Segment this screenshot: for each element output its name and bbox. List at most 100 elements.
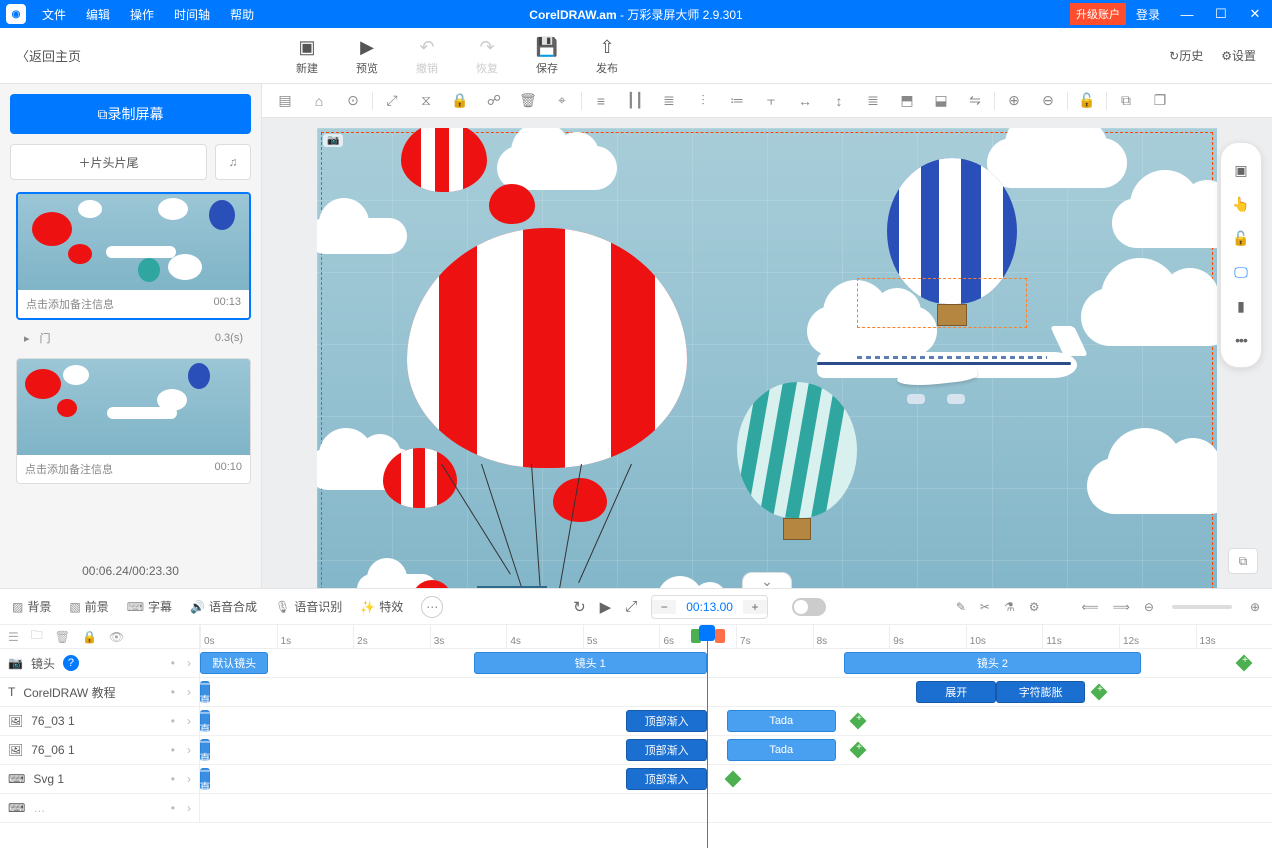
fullscreen-icon[interactable]: ⤢ <box>625 598 637 615</box>
zoom-slider[interactable] <box>1172 605 1232 609</box>
airplane[interactable] <box>817 338 1077 398</box>
add-img2-keyframe[interactable] <box>849 742 866 759</box>
camera-tool-icon[interactable]: ▣ <box>1227 156 1255 184</box>
clip-text-charfx[interactable]: 字符膨胀 <box>996 681 1084 703</box>
device-tool-icon[interactable]: ▮ <box>1227 292 1255 320</box>
collapse-canvas-button[interactable]: ⌄ <box>742 572 792 588</box>
delete-icon[interactable]: 🗑 <box>511 87 545 115</box>
clip-img2-always[interactable]: 一直 <box>200 739 210 761</box>
clip-img2-fx[interactable]: Tada <box>727 739 836 761</box>
filter-icon[interactable]: ⚗ <box>1004 600 1015 614</box>
focus-icon[interactable]: ⌖ <box>545 87 579 115</box>
stack-icon[interactable]: ≣ <box>856 87 890 115</box>
transition-row[interactable]: ▸ 门 0.3(s) <box>16 326 251 350</box>
hourglass-icon[interactable]: ⧖ <box>409 87 443 115</box>
play-button[interactable]: ▶ <box>600 598 612 616</box>
back-button[interactable]: 〈 返回主页 <box>0 46 97 65</box>
slide-caption[interactable]: 点击添加备注信息 <box>26 296 114 312</box>
marker-left-icon[interactable]: ⟸ <box>1081 600 1098 614</box>
clip-img1-fx[interactable]: Tada <box>727 710 836 732</box>
publish-button[interactable]: ⇧发布 <box>577 36 637 76</box>
align-top-icon[interactable]: ⫶ <box>686 87 720 115</box>
zoom-in-icon[interactable]: ⊕ <box>997 87 1031 115</box>
collapse-all-icon[interactable]: ☰ <box>8 630 19 644</box>
pointer-icon[interactable]: ⤢ <box>375 87 409 115</box>
slide-item-1[interactable]: 01 点击添加备注信息00 <box>10 192 251 320</box>
help-icon[interactable]: ? <box>63 655 79 671</box>
time-ruler[interactable]: 0s1s2s3s4s5s6s7s8s9s10s11s12s13s <box>200 625 1272 648</box>
bring-front-icon[interactable]: ⬒ <box>890 87 924 115</box>
menu-help[interactable]: 帮助 <box>220 6 264 23</box>
head-tail-button[interactable]: ＋ 片头片尾 <box>10 144 207 180</box>
music-button[interactable]: ♫ <box>215 144 251 180</box>
tab-subtitle[interactable]: ⌨字幕 <box>127 598 172 615</box>
layers-icon[interactable]: ▤ <box>268 87 302 115</box>
menu-file[interactable]: 文件 <box>32 6 76 23</box>
slide-caption[interactable]: 点击添加备注信息 <box>25 461 113 477</box>
flip-h-icon[interactable]: ⇋ <box>958 87 992 115</box>
add-camera-keyframe[interactable] <box>1235 655 1252 672</box>
slide-item-2[interactable]: 02 点击添加备注信息00:10 <box>10 358 251 484</box>
tab-more[interactable]: ⋯ <box>421 596 443 618</box>
time-input[interactable]: − 00:13.00 + <box>651 595 768 619</box>
canvas-overview-icon[interactable]: ⧉ <box>1228 548 1258 574</box>
zoom-out-small-icon[interactable]: ⊖ <box>1144 600 1154 614</box>
more-tool-icon[interactable]: ••• <box>1227 326 1255 354</box>
login-button[interactable]: 登录 <box>1126 6 1170 23</box>
restart-icon[interactable]: ↻ <box>573 598 586 616</box>
tab-background[interactable]: ▨背景 <box>12 598 51 615</box>
duplicate-icon[interactable]: ❐ <box>1143 87 1177 115</box>
link-icon[interactable]: ☍ <box>477 87 511 115</box>
add-text-keyframe[interactable] <box>1091 684 1108 701</box>
new-button[interactable]: ▣新建 <box>277 36 337 76</box>
clip-camera-2[interactable]: 镜头 2 <box>844 652 1142 674</box>
toggle-switch[interactable] <box>792 598 826 616</box>
maximize-button[interactable]: ☐ <box>1204 6 1238 22</box>
new-folder-icon[interactable]: 🗀 <box>31 626 43 647</box>
align-left-icon[interactable]: ≡ <box>584 87 618 115</box>
save-button[interactable]: 💾保存 <box>517 36 577 76</box>
tab-fx[interactable]: ✨特效 <box>360 598 403 615</box>
svg-keyframe[interactable] <box>724 771 741 788</box>
dist-v-icon[interactable]: ↕ <box>822 87 856 115</box>
home-icon[interactable]: ⌂ <box>302 87 336 115</box>
record-button[interactable]: ⧉ 录制屏幕 <box>10 94 251 134</box>
clip-text-expand[interactable]: 展开 <box>916 681 996 703</box>
hand-tool-icon[interactable]: 👆 <box>1227 190 1255 218</box>
clip-img2-enter[interactable]: 顶部渐入 <box>626 739 706 761</box>
add-img1-keyframe[interactable] <box>849 713 866 730</box>
align-middle-icon[interactable]: ≔ <box>720 87 754 115</box>
align-v-icon[interactable]: ┃┃ <box>618 87 652 115</box>
clip-svg-always[interactable]: 一直 <box>200 768 210 790</box>
align-right-icon[interactable]: ≣ <box>652 87 686 115</box>
copy-icon[interactable]: ⧉ <box>1109 87 1143 115</box>
stage[interactable]: 📷 <box>317 128 1217 588</box>
playhead[interactable] <box>707 625 708 848</box>
display-tool-icon[interactable]: 🖵 <box>1227 258 1255 286</box>
marker-right-icon[interactable]: ⟹ <box>1113 600 1130 614</box>
clip-camera-1[interactable]: 镜头 1 <box>474 652 707 674</box>
tab-foreground[interactable]: ▧前景 <box>69 598 108 615</box>
time-minus[interactable]: − <box>652 600 676 614</box>
undo-button[interactable]: ↶撤销 <box>397 36 457 76</box>
clip-svg-enter[interactable]: 顶部渐入 <box>626 768 706 790</box>
settings-small-icon[interactable]: ⚙ <box>1029 600 1040 614</box>
trash-track-icon[interactable]: 🗑 <box>55 630 70 644</box>
settings-button[interactable]: ⚙ 设置 <box>1221 47 1256 64</box>
clip-text-always[interactable]: 一直 <box>200 681 210 703</box>
zoom-out-icon[interactable]: ⊖ <box>1031 87 1065 115</box>
history-button[interactable]: ↻ 历史 <box>1169 47 1203 64</box>
menu-edit[interactable]: 编辑 <box>76 6 120 23</box>
visibility-icon[interactable]: 👁 <box>109 630 124 644</box>
clip-img1-enter[interactable]: 顶部渐入 <box>626 710 706 732</box>
lock-icon[interactable]: 🔒 <box>443 87 477 115</box>
time-plus[interactable]: + <box>743 600 767 614</box>
zoom-in-small-icon[interactable]: ⊕ <box>1250 600 1260 614</box>
menu-timeline[interactable]: 时间轴 <box>164 6 220 23</box>
edit-icon[interactable]: ✎ <box>956 600 966 614</box>
tab-tts[interactable]: 🔊语音合成 <box>190 598 257 615</box>
unlock-tool-icon[interactable]: 🔓 <box>1227 224 1255 252</box>
preview-button[interactable]: ▶预览 <box>337 36 397 76</box>
clip-camera-default[interactable]: 默认镜头 <box>200 652 268 674</box>
align-bottom-icon[interactable]: ⫟ <box>754 87 788 115</box>
